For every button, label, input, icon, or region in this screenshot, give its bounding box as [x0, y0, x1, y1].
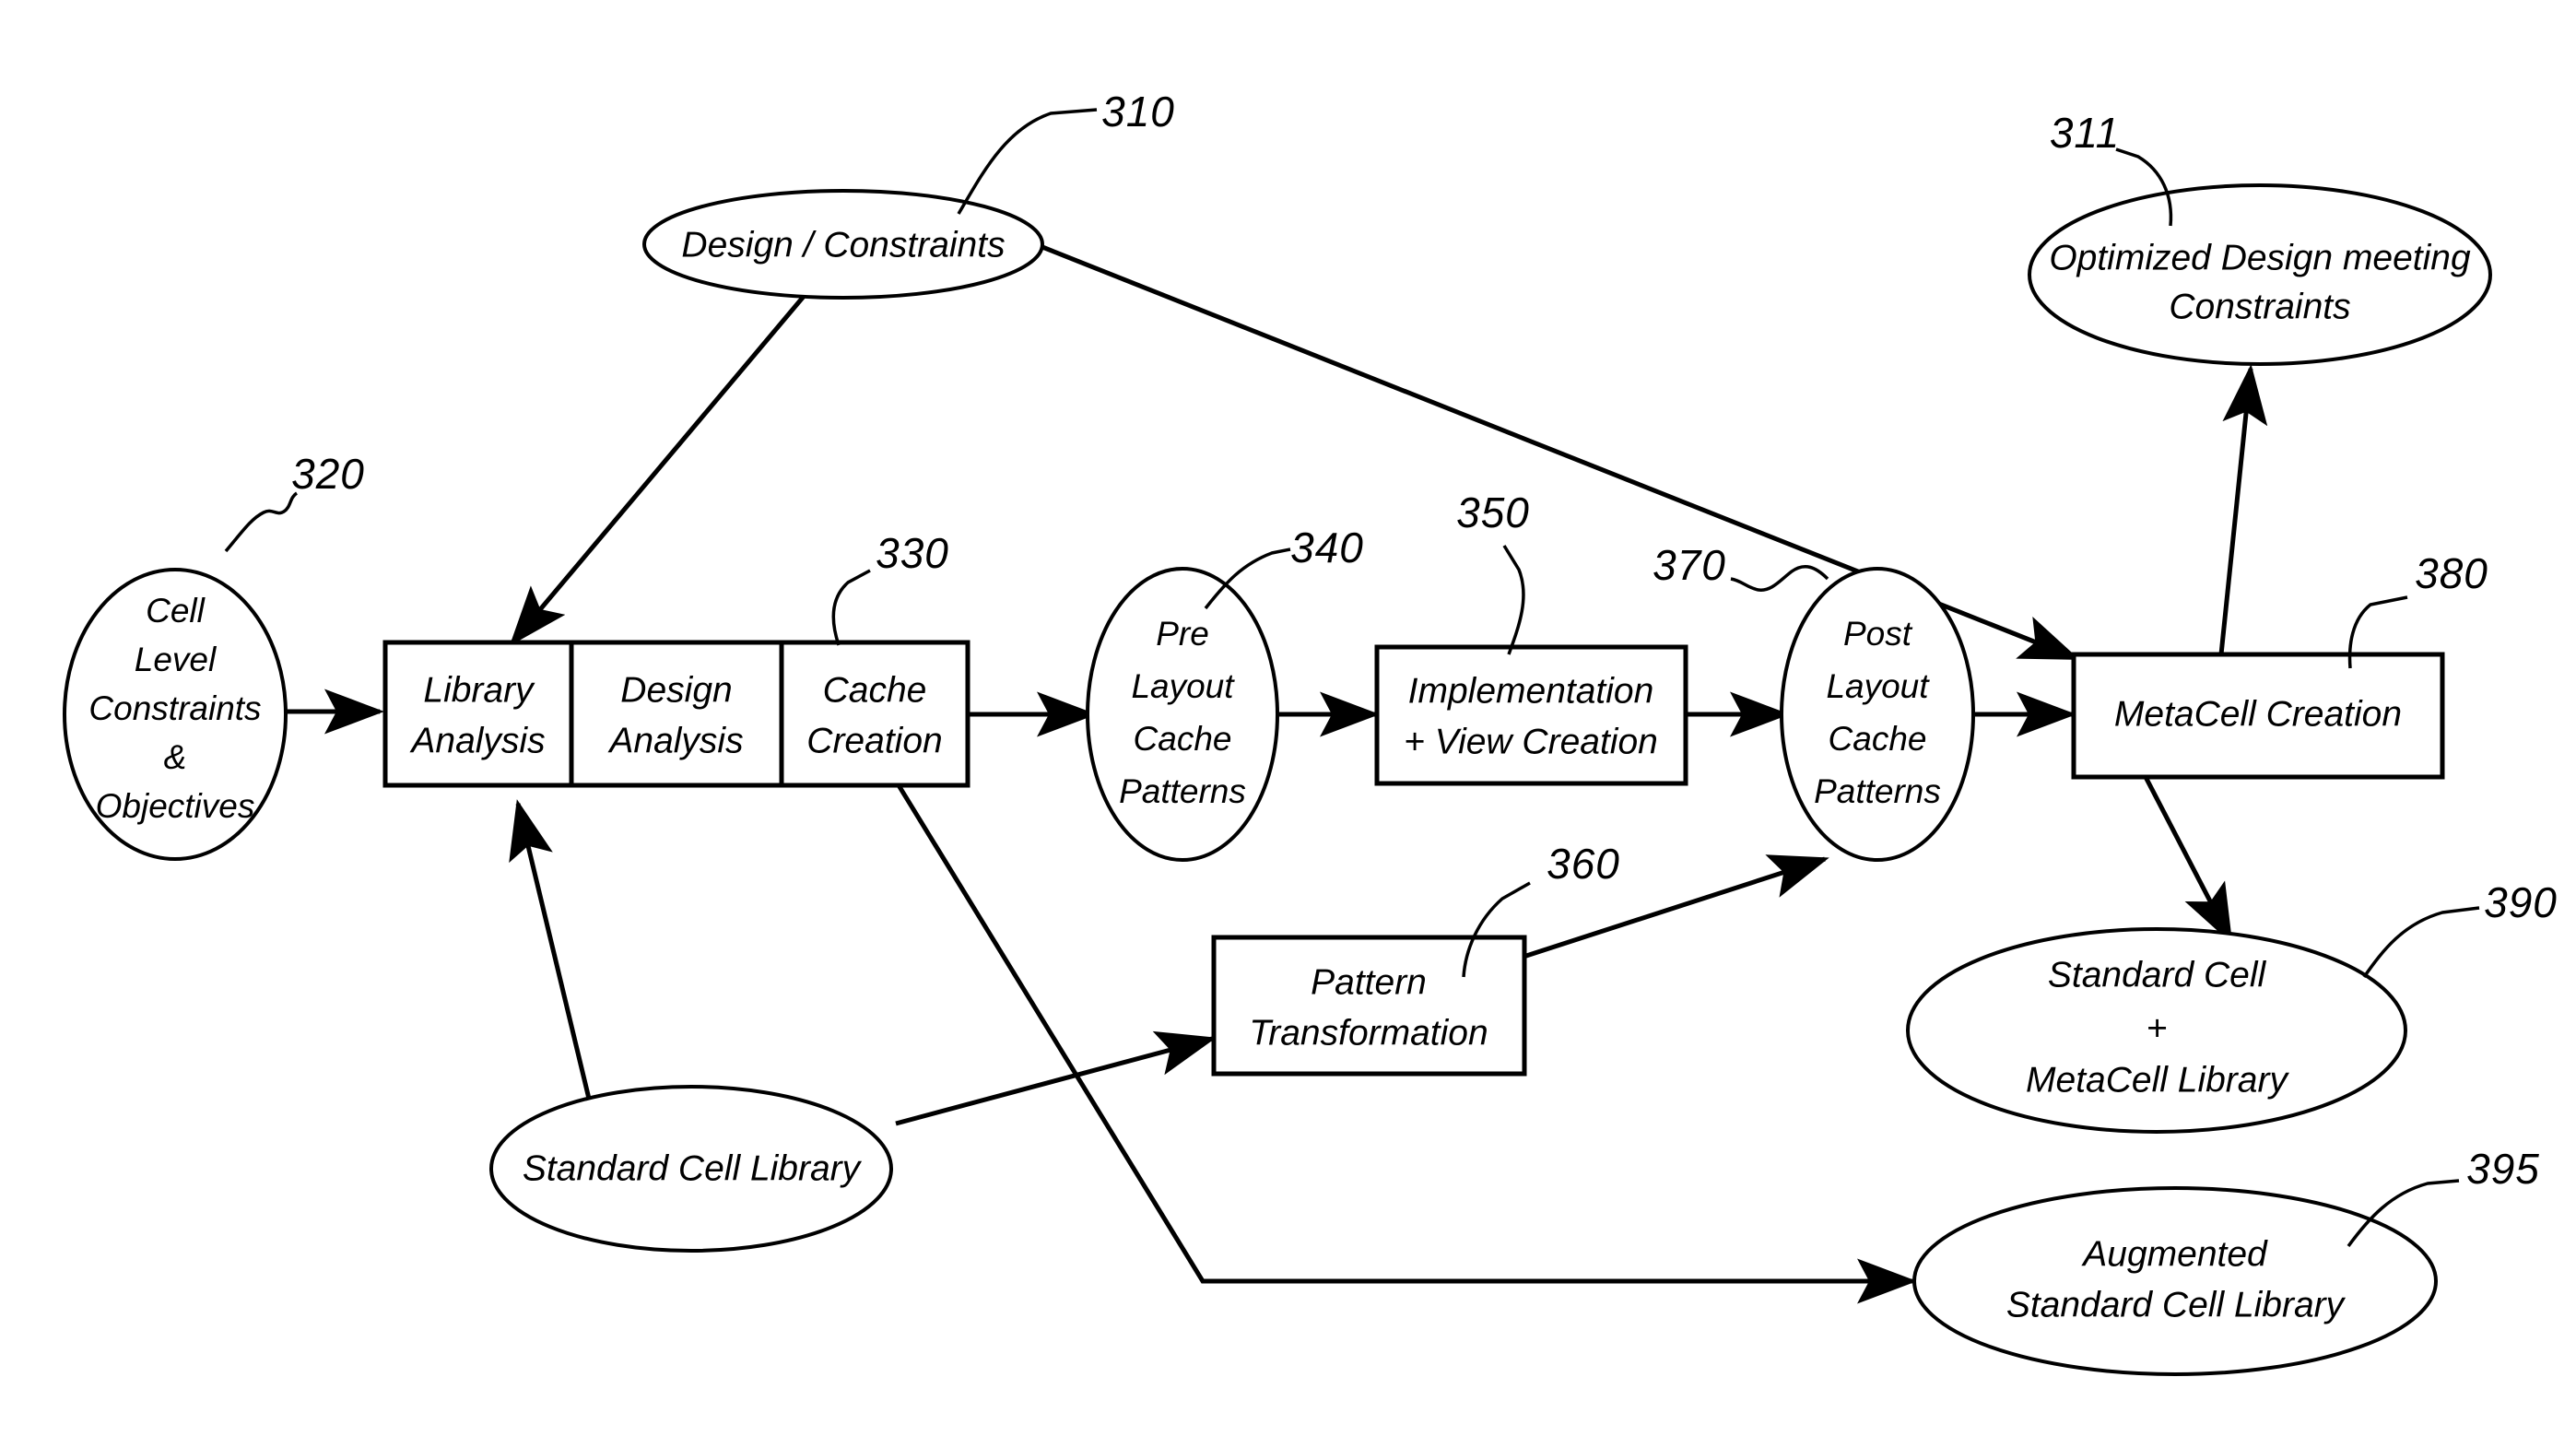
pre-layout-line-2: Layout — [1131, 667, 1235, 705]
optimized-design-line-2: Constraints — [2169, 287, 2350, 326]
sc-metacell-line-1: Standard Cell — [2048, 955, 2267, 995]
pre-layout-line-3: Cache — [1134, 720, 1232, 758]
library-analysis-line-2: Analysis — [409, 721, 545, 760]
ref-numeral-311: 311 — [2050, 109, 2120, 157]
node-post-layout-cache-patterns — [1780, 567, 1975, 862]
leader-330 — [831, 569, 871, 646]
edge-metacell-creation-to-optimized-design — [2218, 364, 2268, 655]
cache-creation-line-1: Cache — [823, 670, 927, 710]
implementation-line-1: Implementation — [1408, 671, 1654, 711]
edge-standard-cell-library-to-library-analysis — [509, 799, 597, 1123]
ref-numeral-330: 330 — [876, 529, 949, 577]
leader-320 — [224, 491, 299, 553]
sc-metacell-line-3: MetaCell Library — [2026, 1060, 2289, 1100]
cell-level-constraints-line-5: Objectives — [96, 787, 255, 825]
cell-level-constraints-line-2: Level — [135, 641, 218, 678]
ref-numeral-340: 340 — [1290, 524, 1364, 571]
cache-creation-line-2: Creation — [806, 721, 942, 760]
cell-level-constraints-line-1: Cell — [146, 592, 206, 630]
ref-numeral-320: 320 — [291, 450, 365, 498]
post-layout-line-2: Layout — [1826, 667, 1930, 705]
pattern-transformation-line-2: Transformation — [1249, 1013, 1488, 1053]
ref-numeral-350: 350 — [1456, 488, 1530, 536]
design-constraints-label: Design / Constraints — [681, 225, 1005, 265]
sc-metacell-line-2: + — [2147, 1008, 2168, 1048]
node-pre-layout-cache-patterns — [1086, 567, 1279, 862]
ref-numeral-360: 360 — [1547, 840, 1620, 888]
leader-390 — [2362, 906, 2480, 979]
pattern-transformation-line-1: Pattern — [1311, 962, 1427, 1002]
standard-cell-library-label: Standard Cell Library — [523, 1148, 863, 1188]
library-analysis-line-1: Library — [423, 670, 535, 710]
leader-370 — [1730, 564, 1829, 592]
ref-numeral-380: 380 — [2415, 549, 2488, 597]
diagram-canvas: Cell Level Constraints & Objectives Desi… — [63, 88, 2558, 1376]
edge-metacell-creation-to-sc-metacell-library — [2143, 775, 2233, 945]
post-layout-line-3: Cache — [1829, 720, 1927, 758]
ref-numeral-395: 395 — [2466, 1145, 2540, 1193]
node-analysis-box-group — [382, 640, 970, 788]
post-layout-line-1: Post — [1843, 615, 1913, 653]
design-analysis-line-1: Design — [620, 670, 732, 710]
node-pattern-transformation — [1211, 935, 1527, 1077]
cell-level-constraints-line-4: & — [164, 738, 187, 776]
ref-numeral-370: 370 — [1653, 541, 1726, 589]
node-implementation-view-creation — [1374, 644, 1688, 786]
leader-310 — [957, 108, 1098, 215]
ref-numeral-310: 310 — [1101, 88, 1175, 135]
metacell-creation-label: MetaCell Creation — [2114, 694, 2402, 734]
augmented-line-2: Standard Cell Library — [2006, 1285, 2347, 1324]
pre-layout-line-4: Patterns — [1119, 772, 1246, 810]
node-augmented-standard-cell-library — [1912, 1186, 2438, 1376]
patent-figure: Cell Level Constraints & Objectives Desi… — [0, 0, 2576, 1436]
cell-level-constraints-line-3: Constraints — [88, 689, 261, 727]
augmented-line-1: Augmented — [2081, 1234, 2268, 1274]
leader-350 — [1502, 545, 1525, 655]
edge-design-constraints-to-library-analysis — [509, 291, 808, 646]
ref-numeral-390: 390 — [2484, 878, 2558, 926]
implementation-line-2: + View Creation — [1404, 722, 1658, 761]
design-analysis-line-2: Analysis — [607, 721, 743, 760]
pre-layout-line-1: Pre — [1156, 615, 1209, 653]
optimized-design-line-1: Optimized Design meeting — [2049, 238, 2471, 277]
post-layout-line-4: Patterns — [1814, 772, 1941, 810]
edge-standard-cell-library-to-pattern-transformation — [895, 1030, 1217, 1126]
